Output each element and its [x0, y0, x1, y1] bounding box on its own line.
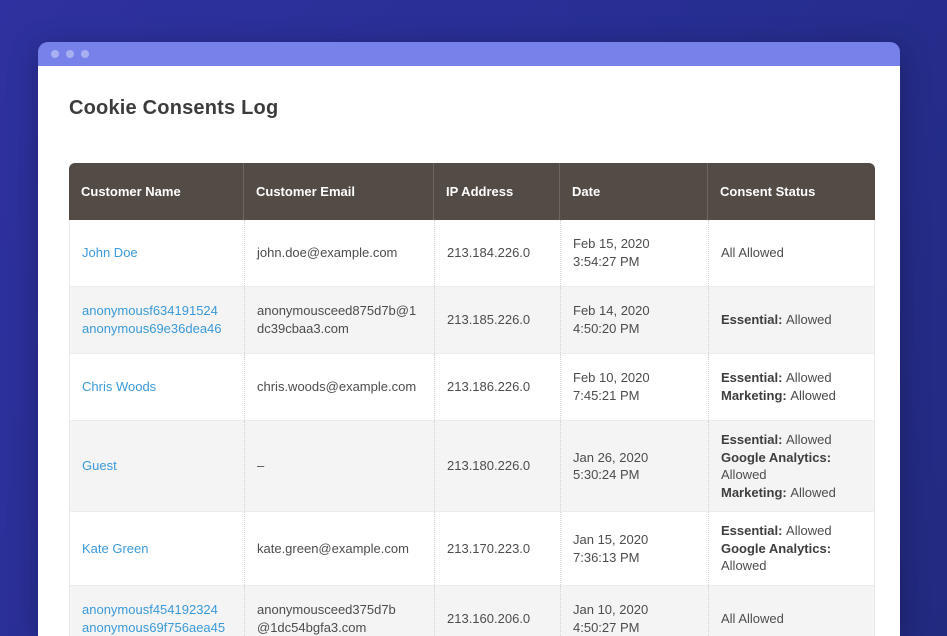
customer-email-text: chris.woods@example.com [257, 378, 426, 396]
cell-date: Jan 26, 20205:30:24 PM [560, 421, 708, 511]
cell-customer-name: anonymousf634191524anonymous69e36dea46 [70, 287, 244, 353]
cell-ip-address: 213.184.226.0 [434, 220, 560, 286]
ip-address-text: 213.180.226.0 [447, 457, 552, 475]
date-text: Jan 10, 2020 [573, 601, 700, 619]
page-title: Cookie Consents Log [69, 97, 900, 120]
window-control-dot [51, 50, 59, 58]
cell-customer-email: – [244, 421, 434, 511]
customer-name-link[interactable]: anonymous69f756aea45 [82, 619, 236, 636]
cell-consent-status: Essential: AllowedMarketing: Allowed [708, 354, 876, 420]
cell-date: Feb 10, 20207:45:21 PM [560, 354, 708, 420]
window-content: Cookie Consents Log Customer Name Custom… [38, 66, 900, 636]
date-text: 7:45:21 PM [573, 387, 700, 405]
table-body: John Doe john.doe@example.com 213.184.22… [69, 220, 875, 636]
cell-customer-email: anonymousceed375d7b@1dc54bgfa3.com [244, 586, 434, 636]
cell-customer-name: Chris Woods [70, 354, 244, 420]
date-text: Jan 15, 2020 [573, 531, 700, 549]
cell-consent-status: Essential: AllowedGoogle Analytics: Allo… [708, 421, 876, 511]
customer-email-text: anonymousceed875d7b@1 [257, 302, 426, 320]
cell-ip-address: 213.185.226.0 [434, 287, 560, 353]
ip-address-text: 213.170.223.0 [447, 540, 552, 558]
customer-email-text: anonymousceed375d7b [257, 601, 426, 619]
date-text: Feb 10, 2020 [573, 369, 700, 387]
cell-consent-status: All Allowed [708, 586, 876, 636]
column-header-date: Date [559, 163, 707, 220]
table-row: John Doe john.doe@example.com 213.184.22… [70, 220, 874, 287]
window-titlebar [38, 42, 900, 66]
page-background: Cookie Consents Log Customer Name Custom… [0, 0, 947, 636]
cell-date: Jan 15, 20207:36:13 PM [560, 512, 708, 585]
consent-status-text: Essential: Allowed [721, 522, 868, 540]
column-header-customer-email: Customer Email [243, 163, 433, 220]
cell-customer-name: Guest [70, 421, 244, 511]
cell-date: Feb 14, 20204:50:20 PM [560, 287, 708, 353]
consent-status-text: Marketing: Allowed [721, 484, 868, 502]
date-text: 7:36:13 PM [573, 549, 700, 567]
customer-email-text: john.doe@example.com [257, 244, 426, 262]
cell-ip-address: 213.186.226.0 [434, 354, 560, 420]
browser-window: Cookie Consents Log Customer Name Custom… [38, 42, 900, 636]
cookie-consents-table: Customer Name Customer Email IP Address … [69, 163, 875, 636]
customer-name-link[interactable]: anonymousf634191524 [82, 302, 236, 320]
window-control-dot [81, 50, 89, 58]
ip-address-text: 213.160.206.0 [447, 610, 552, 628]
date-text: 5:30:24 PM [573, 466, 700, 484]
customer-name-link[interactable]: anonymousf454192324 [82, 601, 236, 619]
cell-customer-email: kate.green@example.com [244, 512, 434, 585]
column-header-consent-status: Consent Status [707, 163, 875, 220]
cell-customer-name: John Doe [70, 220, 244, 286]
ip-address-text: 213.184.226.0 [447, 244, 552, 262]
customer-email-text: @1dc54bgfa3.com [257, 619, 426, 636]
cell-consent-status: All Allowed [708, 220, 876, 286]
table-row: Chris Woods chris.woods@example.com 213.… [70, 354, 874, 421]
column-header-ip-address: IP Address [433, 163, 559, 220]
customer-name-link[interactable]: Guest [82, 457, 236, 475]
customer-name-link[interactable]: Chris Woods [82, 378, 236, 396]
date-text: 4:50:27 PM [573, 619, 700, 636]
date-text: Feb 15, 2020 [573, 235, 700, 253]
customer-email-text: – [257, 457, 426, 475]
customer-email-text: dc39cbaa3.com [257, 320, 426, 338]
cell-customer-email: john.doe@example.com [244, 220, 434, 286]
cell-date: Feb 15, 20203:54:27 PM [560, 220, 708, 286]
cell-consent-status: Essential: Allowed [708, 287, 876, 353]
ip-address-text: 213.186.226.0 [447, 378, 552, 396]
consent-status-text: Google Analytics: Allowed [721, 449, 868, 484]
cell-customer-email: chris.woods@example.com [244, 354, 434, 420]
cell-ip-address: 213.160.206.0 [434, 586, 560, 636]
consent-status-text: Essential: Allowed [721, 311, 868, 329]
cell-customer-email: anonymousceed875d7b@1dc39cbaa3.com [244, 287, 434, 353]
cell-customer-name: Kate Green [70, 512, 244, 585]
window-control-dot [66, 50, 74, 58]
cell-ip-address: 213.180.226.0 [434, 421, 560, 511]
consent-status-text: Essential: Allowed [721, 369, 868, 387]
table-row: Kate Green kate.green@example.com 213.17… [70, 512, 874, 586]
ip-address-text: 213.185.226.0 [447, 311, 552, 329]
cell-ip-address: 213.170.223.0 [434, 512, 560, 585]
date-text: 4:50:20 PM [573, 320, 700, 338]
consent-status-text: Essential: Allowed [721, 431, 868, 449]
date-text: Feb 14, 2020 [573, 302, 700, 320]
cell-date: Jan 10, 20204:50:27 PM [560, 586, 708, 636]
table-header-row: Customer Name Customer Email IP Address … [69, 163, 875, 220]
consent-status-text: All Allowed [721, 244, 868, 262]
date-text: 3:54:27 PM [573, 253, 700, 271]
customer-name-link[interactable]: anonymous69e36dea46 [82, 320, 236, 338]
table-row: anonymousf634191524anonymous69e36dea46 a… [70, 287, 874, 354]
column-header-customer-name: Customer Name [69, 163, 243, 220]
consent-status-text: Marketing: Allowed [721, 387, 868, 405]
table-row: anonymousf454192324anonymous69f756aea45 … [70, 586, 874, 636]
cell-customer-name: anonymousf454192324anonymous69f756aea45 [70, 586, 244, 636]
table-row: Guest – 213.180.226.0 Jan 26, 20205:30:2… [70, 421, 874, 512]
customer-name-link[interactable]: Kate Green [82, 540, 236, 558]
consent-status-text: All Allowed [721, 610, 868, 628]
consent-status-text: Google Analytics: Allowed [721, 540, 868, 575]
customer-email-text: kate.green@example.com [257, 540, 426, 558]
cell-consent-status: Essential: AllowedGoogle Analytics: Allo… [708, 512, 876, 585]
date-text: Jan 26, 2020 [573, 449, 700, 467]
customer-name-link[interactable]: John Doe [82, 244, 236, 262]
